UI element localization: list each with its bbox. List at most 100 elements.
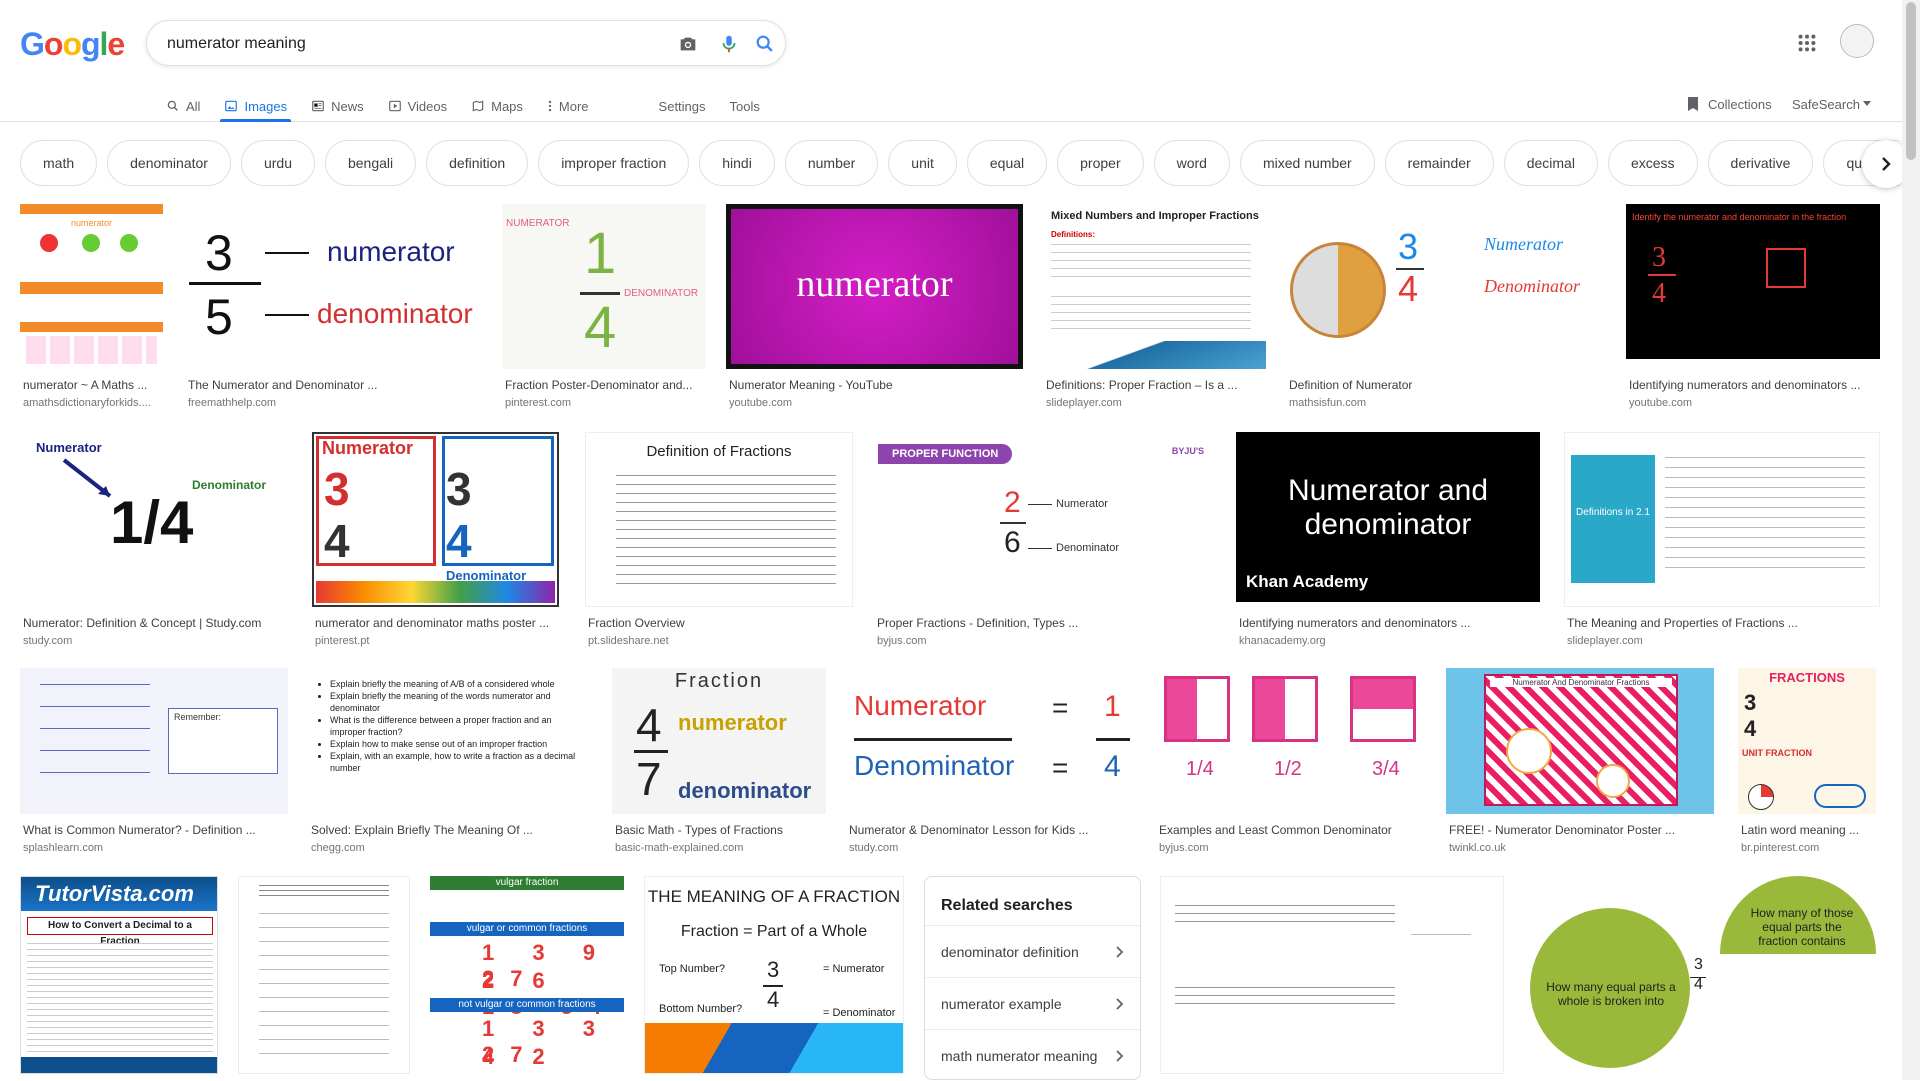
apps-grid-icon[interactable] (1796, 32, 1818, 54)
result-source: byjus.com (877, 635, 927, 647)
result-thumbnail: NUMERATOR 1 4 DENOMINATOR (502, 204, 706, 369)
tab-all[interactable]: All (166, 90, 200, 122)
image-result[interactable]: How many equal parts a whole is broken i… (1524, 876, 1880, 1076)
result-title: Proper Fractions - Definition, Types ... (877, 616, 1079, 630)
image-result[interactable]: Definition of Fractions Fraction Overvie… (585, 432, 853, 652)
scrollbar-thumb[interactable] (1906, 2, 1916, 160)
video-icon (388, 100, 401, 112)
result-title: Solved: Explain Briefly The Meaning Of .… (311, 823, 533, 837)
image-result[interactable]: PROPER FUNCTION BYJU'S 2 6 Numerator Den… (874, 432, 1214, 652)
search-box (146, 20, 786, 66)
result-thumbnail: vulgar fraction vulgar or common fractio… (430, 876, 624, 1074)
refinement-chip[interactable]: unit (888, 140, 957, 186)
tab-tools[interactable]: Tools (730, 90, 760, 122)
logo-letter: o (43, 26, 64, 62)
image-result[interactable]: numerator Numerator Meaning - YouTube yo… (726, 204, 1023, 414)
result-source: slideplayer.com (1567, 635, 1643, 647)
image-result[interactable]: TutorVista.com How to Convert a Decimal … (20, 876, 218, 1076)
tab-more[interactable]: More (547, 90, 589, 122)
refinement-chip[interactable]: excess (1607, 140, 1698, 186)
image-result[interactable]: 3 4 Numerator Denominator Definition of … (1286, 204, 1606, 414)
result-thumbnail: FRACTIONS 3 4 UNIT FRACTION (1738, 668, 1876, 814)
page-scrollbar[interactable] (1902, 0, 1920, 1080)
result-title: numerator ~ A Maths ... (23, 378, 148, 392)
collections-label: Collections (1708, 96, 1772, 112)
image-result[interactable]: Numerator 3 4 3 4 Denominator numerator … (312, 432, 559, 652)
collections-link[interactable]: Collections (1686, 90, 1772, 118)
safesearch-dropdown[interactable]: SafeSearch (1792, 90, 1871, 118)
refinement-chip[interactable]: proper (1057, 140, 1144, 186)
result-thumbnail: Numerator and denominator Khan Academy (1236, 432, 1540, 602)
account-avatar[interactable] (1840, 24, 1874, 58)
refinement-chip[interactable]: mixed number (1239, 140, 1375, 186)
related-searches-panel: Related searches denominator definition … (924, 876, 1141, 1080)
result-source: youtube.com (729, 397, 792, 409)
tab-label: Maps (491, 98, 523, 114)
refinement-chip[interactable]: decimal (1503, 140, 1598, 186)
image-result[interactable]: Mixed Numbers and Improper Fractions Def… (1043, 204, 1266, 414)
image-result[interactable]: Numerator Denominator = = 1 4 Numerator … (846, 668, 1136, 858)
refinement-chip[interactable]: denominator (107, 140, 231, 186)
tab-videos[interactable]: Videos (388, 90, 447, 122)
image-result[interactable]: THE MEANING OF A FRACTION Fraction = Par… (644, 876, 904, 1076)
image-result[interactable] (238, 876, 410, 1076)
refinement-chip[interactable]: derivative (1707, 140, 1814, 186)
tab-settings[interactable]: Settings (659, 90, 706, 122)
result-title: Definitions: Proper Fraction – Is a ... (1046, 378, 1238, 392)
microphone-icon[interactable] (718, 33, 740, 55)
image-icon (225, 100, 238, 112)
refinement-chip[interactable]: equal (966, 140, 1048, 186)
refinement-chip[interactable]: math (20, 140, 98, 186)
image-result[interactable]: Numerator And Denominator Fractions FREE… (1446, 668, 1714, 858)
google-logo[interactable]: Google (20, 26, 125, 63)
chevron-right-icon (1116, 945, 1124, 958)
refinement-chip[interactable]: improper fraction (538, 140, 690, 186)
refinement-chip[interactable]: number (784, 140, 879, 186)
image-result[interactable]: Numerator 1/4 Denominator Numerator: Def… (20, 432, 288, 652)
image-result[interactable]: numerator numerator ~ A Maths ... amaths… (20, 204, 165, 414)
result-thumbnail (1160, 876, 1504, 1074)
refinement-chip[interactable]: word (1153, 140, 1230, 186)
result-title: Latin word meaning ... (1741, 823, 1860, 837)
refinement-chip[interactable]: hindi (699, 140, 775, 186)
image-result[interactable]: Definitions in 2.1 The Meaning and Prope… (1564, 432, 1880, 652)
image-result[interactable]: Identify the numerator and denominator i… (1626, 204, 1880, 414)
related-search-item[interactable]: numerator example (925, 977, 1140, 1029)
image-result[interactable]: 3 5 numerator denominator The Numerator … (185, 204, 482, 414)
camera-icon[interactable] (677, 33, 699, 55)
image-result[interactable]: vulgar fraction vulgar or common fractio… (430, 876, 624, 1076)
chevron-right-icon (1116, 1049, 1124, 1062)
result-title: Basic Math - Types of Fractions (615, 823, 783, 837)
refinement-chip[interactable]: bengali (324, 140, 417, 186)
image-result[interactable]: 1/4 1/2 3/4 Examples and Least Common De… (1156, 668, 1426, 858)
search-icon[interactable] (754, 33, 776, 55)
result-source: twinkl.co.uk (1449, 842, 1506, 854)
related-search-item[interactable]: math numerator meaning (925, 1029, 1140, 1081)
image-result[interactable]: Explain briefly the meaning of A/B of a … (308, 668, 592, 858)
refinement-chip[interactable]: remainder (1384, 140, 1494, 186)
result-title: Numerator Meaning - YouTube (729, 378, 893, 392)
result-thumbnail: Numerator Denominator = = 1 4 (846, 668, 1136, 814)
image-result[interactable] (1160, 876, 1504, 1076)
tab-images[interactable]: Images (220, 90, 291, 122)
result-thumbnail: Fraction 4 7 numerator denominator (612, 668, 826, 814)
tab-maps[interactable]: Maps (471, 90, 523, 122)
refinement-chip[interactable]: definition (426, 140, 529, 186)
result-title: Identifying numerators and denominators … (1239, 616, 1471, 630)
result-source: freemathhelp.com (188, 397, 277, 409)
search-input[interactable] (167, 32, 627, 56)
news-icon (312, 100, 324, 112)
refinement-chip[interactable]: urdu (240, 140, 315, 186)
logo-letter: e (107, 26, 125, 62)
related-search-item[interactable]: denominator definition (925, 925, 1140, 977)
image-result[interactable]: Numerator and denominator Khan Academy I… (1236, 432, 1540, 652)
result-source: mathsisfun.com (1289, 397, 1367, 409)
tab-news[interactable]: News (311, 90, 364, 122)
image-result[interactable]: Fraction 4 7 numerator denominator Basic… (612, 668, 826, 858)
result-thumbnail: numerator (20, 204, 163, 369)
image-result[interactable]: NUMERATOR 1 4 DENOMINATOR Fraction Poste… (502, 204, 706, 414)
result-thumbnail (238, 876, 410, 1074)
image-result[interactable]: Remember: What is Common Numerator? - De… (20, 668, 288, 858)
image-result[interactable]: FRACTIONS 3 4 UNIT FRACTION Latin word m… (1738, 668, 1880, 858)
logo-letter: l (99, 26, 109, 62)
